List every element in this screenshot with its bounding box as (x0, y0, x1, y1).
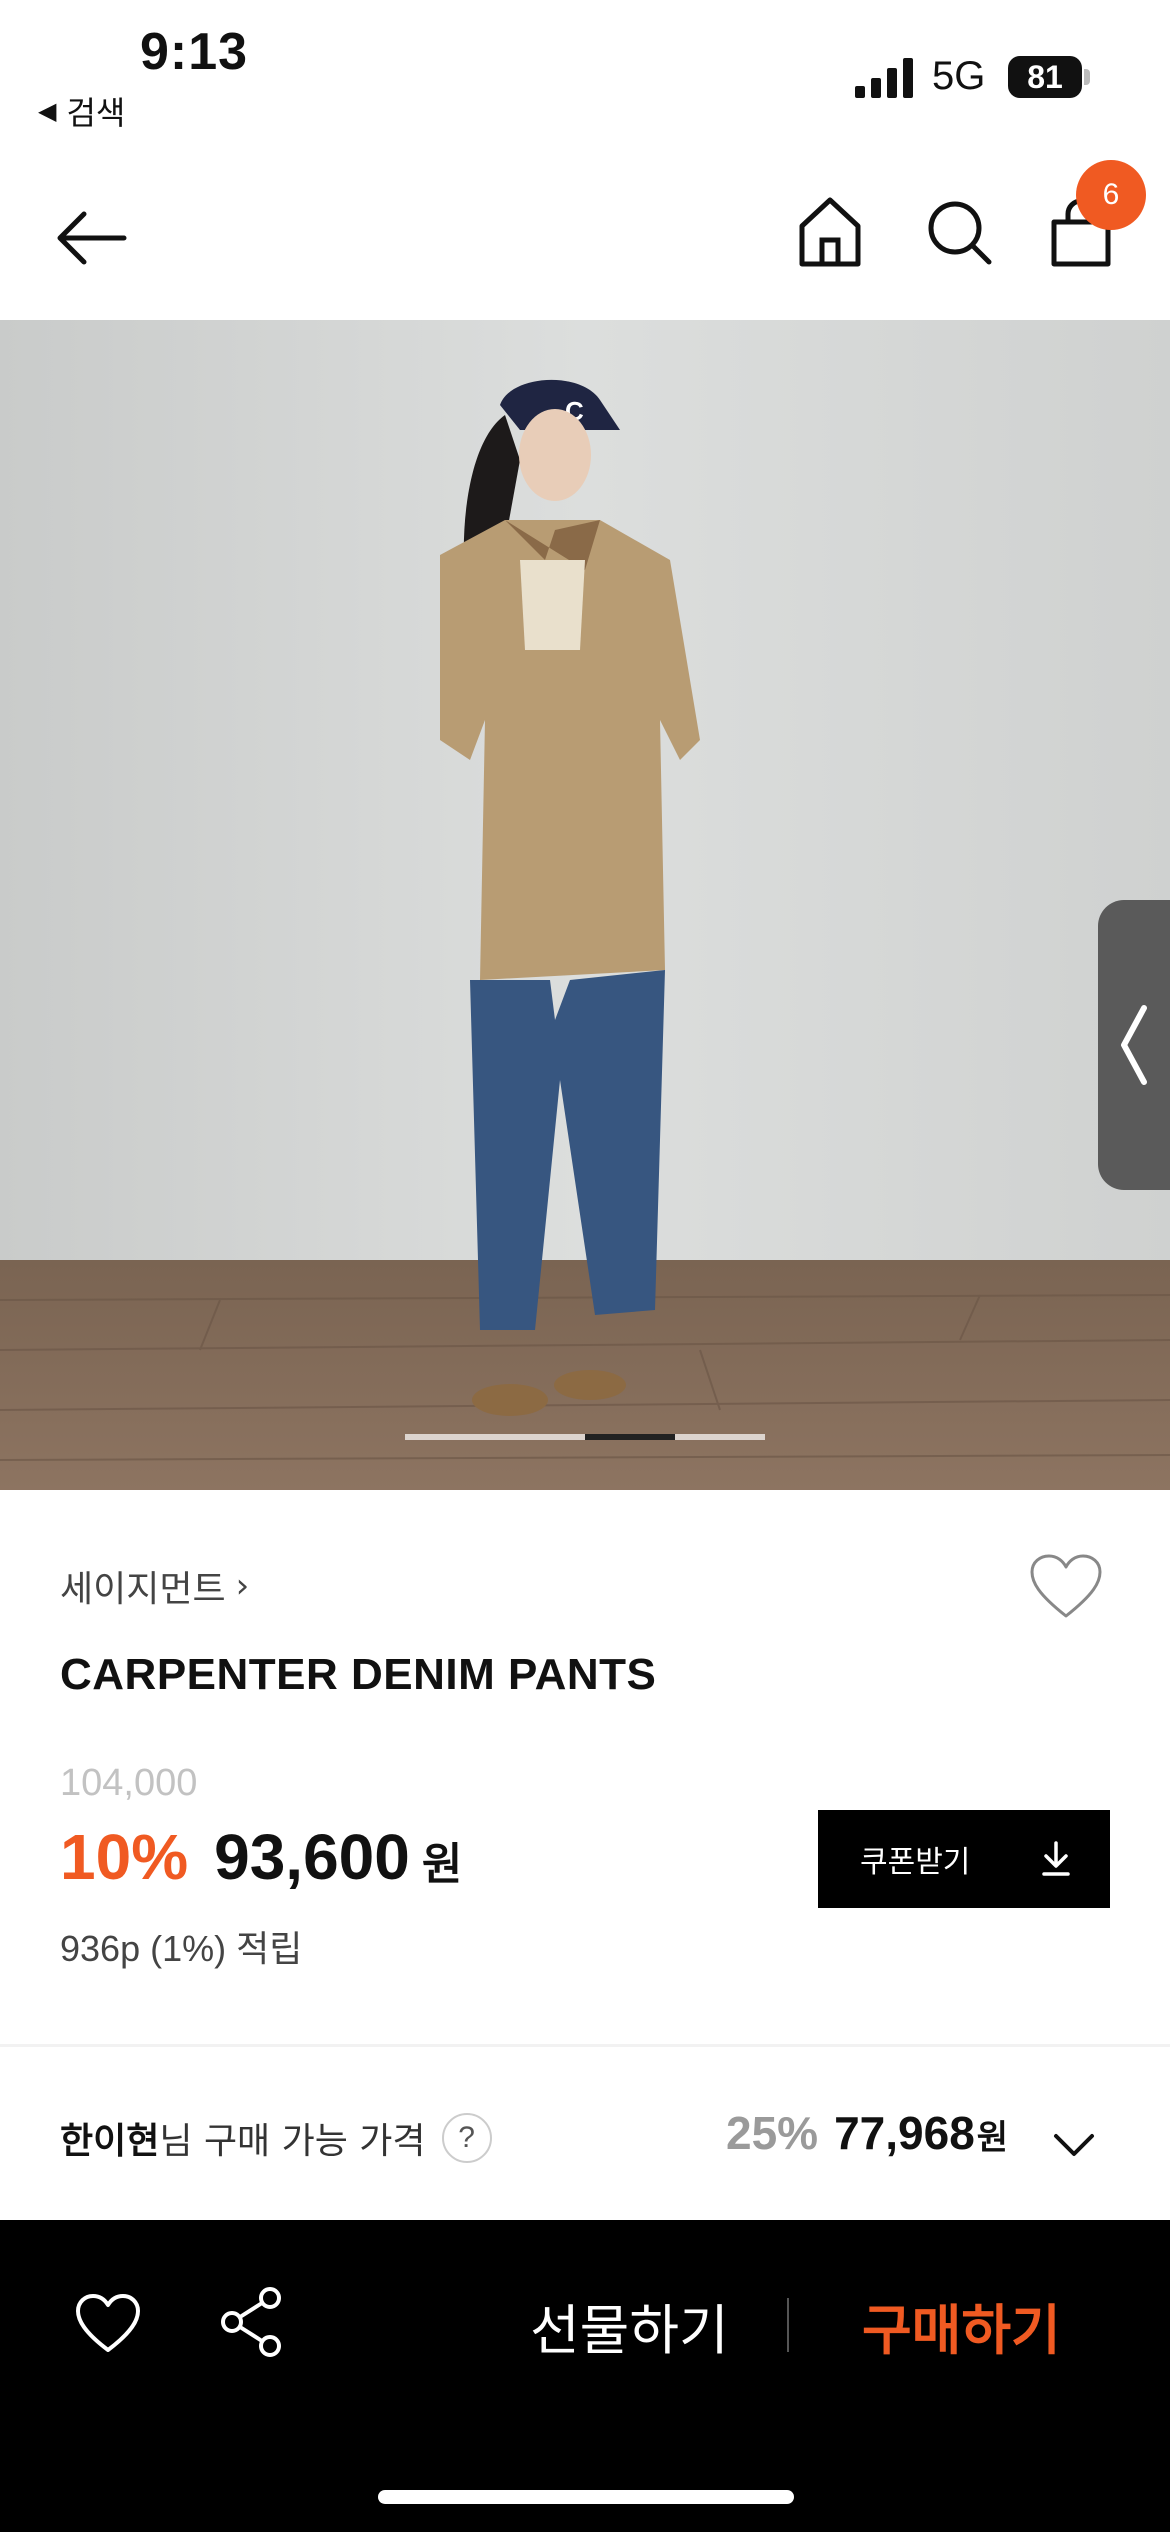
product-photo: C (0, 320, 1170, 1490)
original-price: 104,000 (60, 1762, 198, 1804)
share-icon[interactable] (218, 2286, 284, 2358)
product-image-gallery[interactable]: C (0, 320, 1170, 1490)
chevron-down-icon[interactable] (1050, 2128, 1098, 2160)
battery-icon: 81 (1008, 56, 1090, 98)
section-divider (0, 2044, 1170, 2047)
gallery-pager (405, 1434, 765, 1440)
back-triangle-icon: ◀ (38, 97, 57, 125)
back-to-app-label: 검색 (66, 94, 126, 132)
product-name: CARPENTER DENIM PANTS (60, 1650, 657, 1699)
download-icon (1042, 1841, 1070, 1876)
home-indicator[interactable] (378, 2490, 794, 2504)
back-arrow-icon[interactable] (52, 198, 132, 278)
price-row: 10% 93,600 원 (60, 1820, 462, 1894)
member-name: 한이현 (60, 2121, 160, 2162)
cellular-signal-icon (855, 58, 913, 98)
member-price-row[interactable]: 한이현 님 구매 가능 가격 ? 25% 77,968 원 (0, 2060, 1170, 2220)
clock: 9:13 (140, 23, 249, 81)
home-icon[interactable] (796, 192, 864, 272)
bottom-bar-separator (787, 2298, 789, 2352)
chevron-right-icon: › (235, 1566, 250, 1606)
member-discount: 25% (726, 2107, 819, 2159)
gallery-pager-active (585, 1434, 675, 1440)
member-price-value: 25% 77,968 원 (726, 2106, 1008, 2160)
reward-points: 936p (1%) 적립 (60, 1928, 303, 1969)
top-nav (0, 150, 1170, 320)
chevron-left-icon (1121, 1005, 1147, 1085)
side-drawer-tab[interactable] (1098, 900, 1170, 1190)
status-bar: 9:13 ◀ 검색 5G 81 (0, 0, 1170, 150)
brand-name: 세이지먼트 (60, 1569, 226, 1610)
coupon-button-label: 쿠폰받기 (860, 1845, 971, 1880)
cart-count-badge: 6 (1076, 160, 1146, 230)
back-to-app-link[interactable]: ◀ 검색 (38, 88, 125, 134)
member-amount: 77,968 (834, 2107, 975, 2159)
product-detail-page: 9:13 ◀ 검색 5G 81 6 C 세이지먼트 › CARPENTER DE… (0, 0, 1170, 2532)
buy-button[interactable]: 구매하기 (862, 2286, 1061, 2365)
gift-button[interactable]: 선물하기 (530, 2286, 729, 2365)
currency-unit: 원 (421, 1840, 463, 1889)
coupon-download-button[interactable]: 쿠폰받기 (818, 1810, 1110, 1908)
discount-rate: 10% (60, 1821, 189, 1893)
battery-level: 81 (1008, 56, 1082, 98)
heart-icon[interactable] (74, 2292, 142, 2356)
sale-price: 93,600 (214, 1821, 410, 1893)
wishlist-heart-icon[interactable] (1028, 1552, 1104, 1622)
network-type: 5G (932, 54, 986, 98)
member-currency: 원 (976, 2119, 1009, 2157)
brand-link[interactable]: 세이지먼트 › (60, 1560, 249, 1612)
member-label-text: 님 구매 가능 가격 (159, 2121, 426, 2162)
search-icon[interactable] (925, 192, 995, 272)
bottom-action-bar: 선물하기 구매하기 (0, 2220, 1170, 2532)
member-price-label: 한이현 님 구매 가능 가격 ? (60, 2112, 492, 2164)
help-icon[interactable]: ? (441, 2113, 492, 2163)
